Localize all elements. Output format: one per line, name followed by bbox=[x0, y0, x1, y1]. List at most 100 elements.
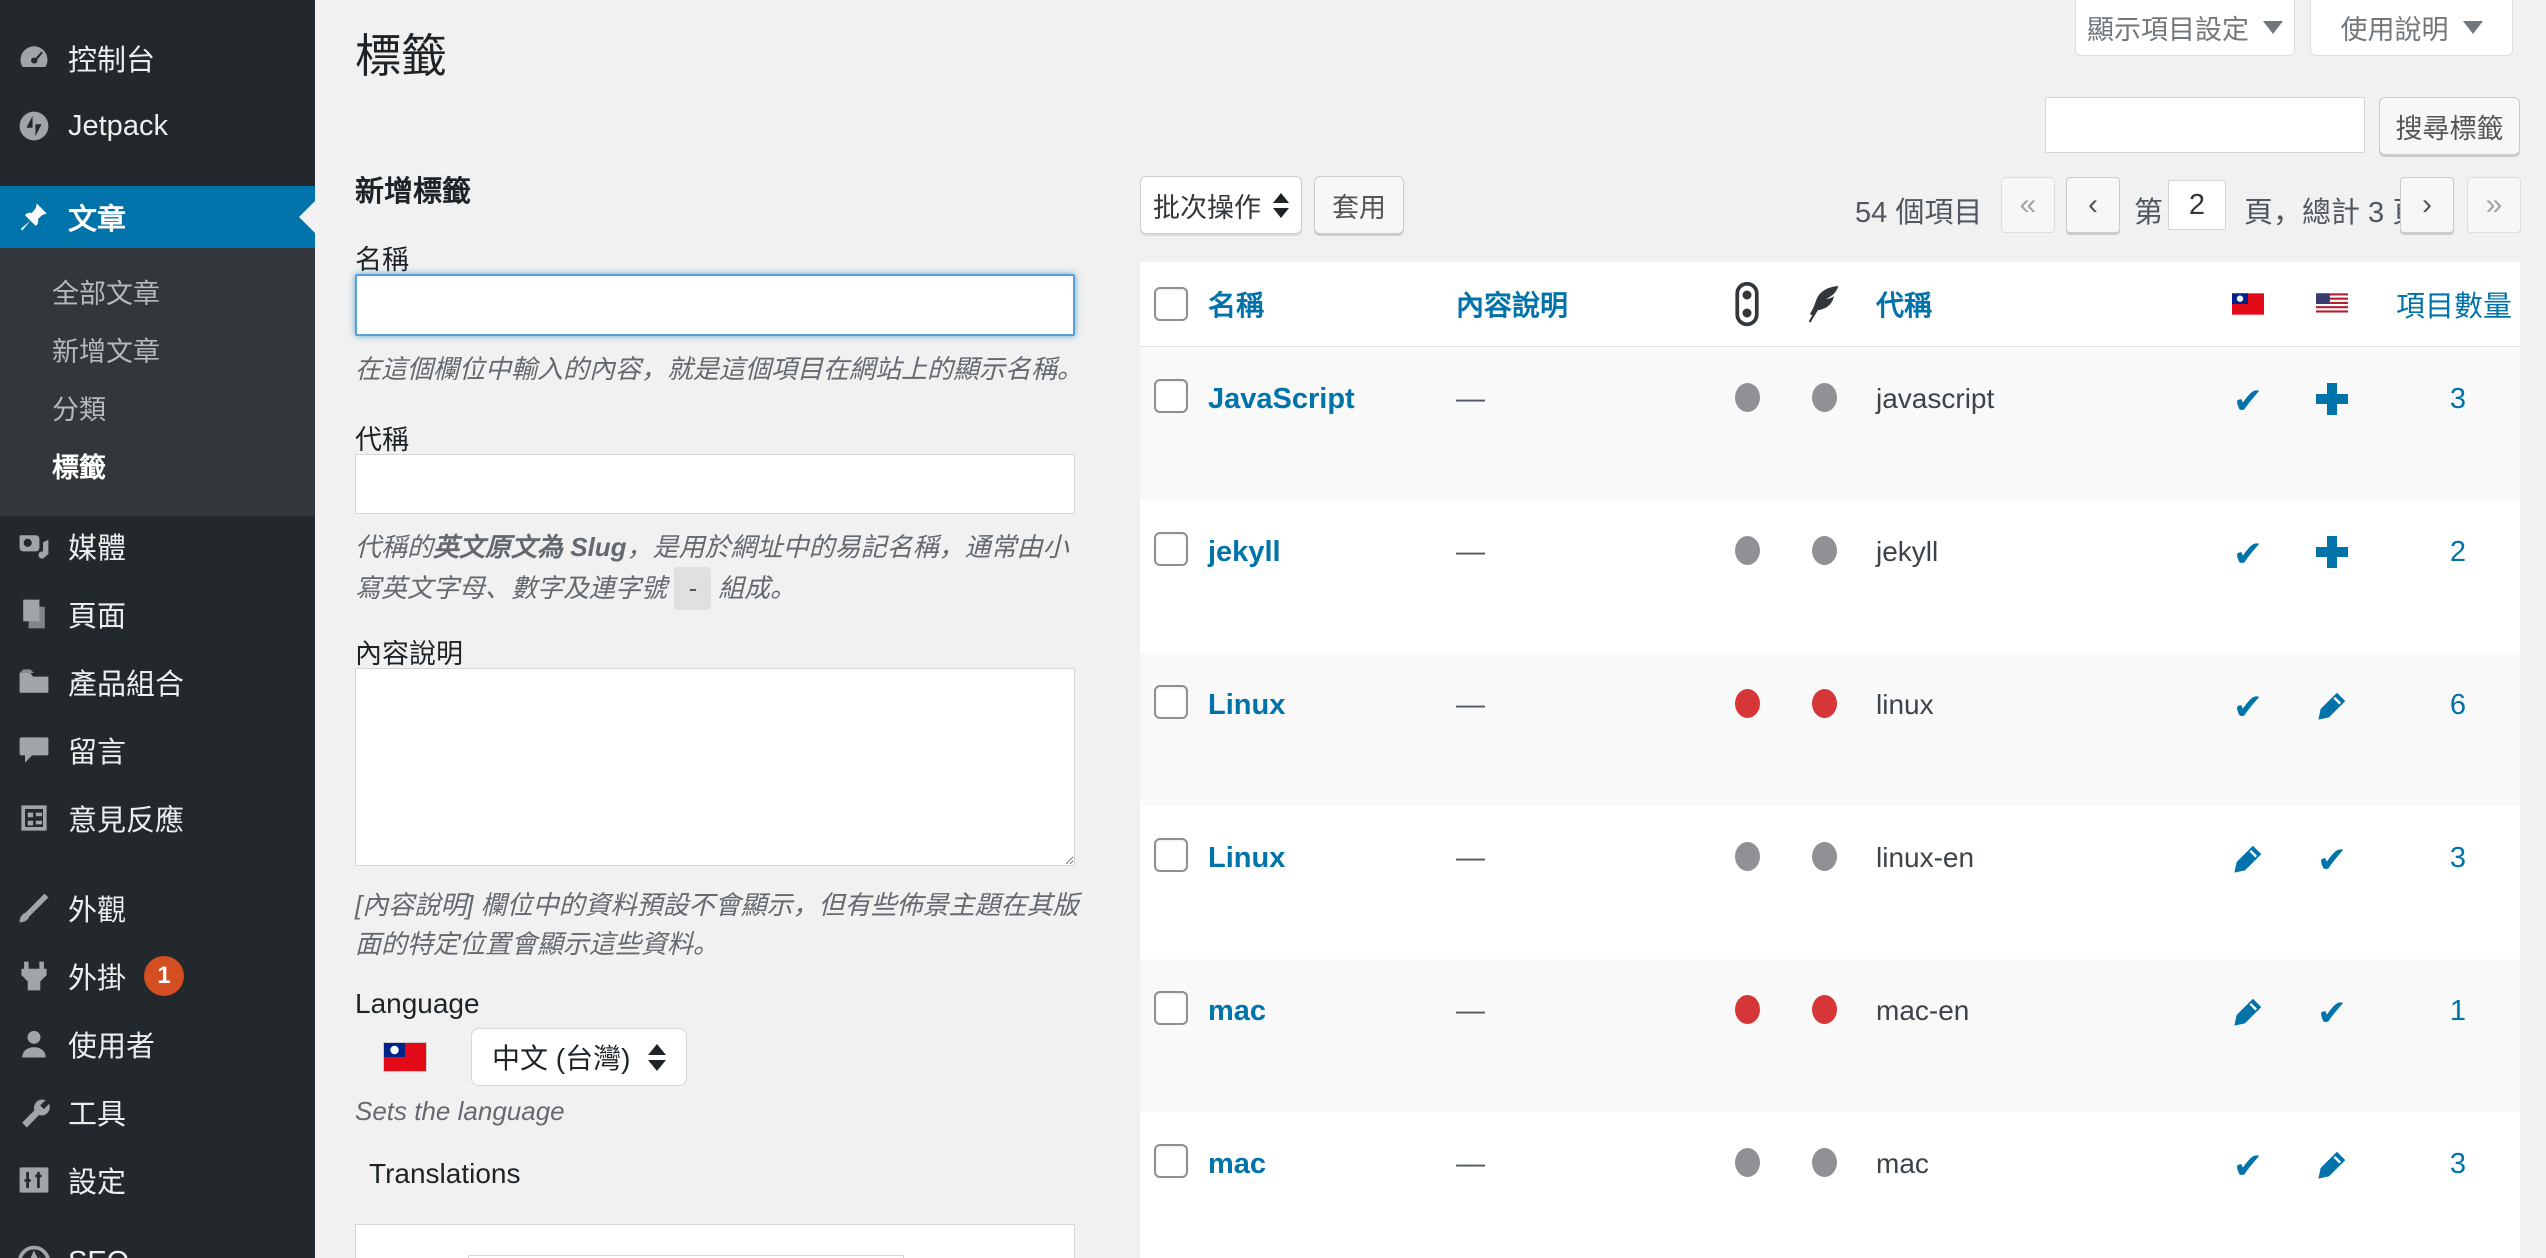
column-header-slug[interactable]: 代稱 bbox=[1876, 284, 1932, 324]
seo-icon bbox=[16, 1244, 52, 1258]
sidebar-item-settings[interactable]: 設定 bbox=[0, 1146, 315, 1214]
sidebar-item-posts[interactable]: 文章 bbox=[0, 186, 315, 248]
plus-icon[interactable] bbox=[2316, 383, 2348, 415]
sidebar-item-media[interactable]: 媒體 bbox=[0, 512, 315, 580]
table-row: Linux—linux-en✔3 bbox=[1140, 806, 2520, 959]
sidebar-item-add-post[interactable]: 新增文章 bbox=[0, 320, 315, 378]
page-title: 標籤 bbox=[355, 20, 447, 86]
help-button[interactable]: 使用說明 bbox=[2310, 0, 2513, 56]
tag-count-link[interactable]: 2 bbox=[2450, 536, 2466, 569]
tag-description-textarea[interactable] bbox=[355, 668, 1075, 866]
column-header-name[interactable]: 名稱 bbox=[1208, 284, 1264, 324]
paintbrush-icon bbox=[16, 890, 52, 926]
pencil-icon[interactable] bbox=[2231, 995, 2265, 1029]
hyphen-key: - bbox=[674, 567, 711, 610]
add-tag-heading: 新增標籤 bbox=[355, 168, 471, 210]
table-row: JavaScript—javascript✔3 bbox=[1140, 347, 2520, 500]
sidebar-item-appearance[interactable]: 外觀 bbox=[0, 874, 315, 942]
page-label-suffix: 頁，總計 3 頁 bbox=[2244, 189, 2421, 231]
screen-options-button[interactable]: 顯示項目設定 bbox=[2075, 0, 2295, 56]
writer-status-dot bbox=[1812, 1148, 1837, 1177]
column-header-description[interactable]: 內容說明 bbox=[1456, 284, 1568, 324]
tag-name-link[interactable]: mac bbox=[1208, 995, 1266, 1028]
bulk-actions-select[interactable]: 批次操作 bbox=[1140, 176, 1302, 234]
sliders-icon bbox=[16, 1162, 52, 1198]
row-checkbox[interactable] bbox=[1154, 685, 1188, 719]
name-label: 名稱 bbox=[355, 238, 409, 277]
row-checkbox[interactable] bbox=[1154, 532, 1188, 566]
tag-name-link[interactable]: mac bbox=[1208, 1148, 1266, 1181]
tag-count-link[interactable]: 1 bbox=[2450, 995, 2466, 1028]
sidebar-item-pages[interactable]: 頁面 bbox=[0, 580, 315, 648]
writer-status-dot bbox=[1812, 995, 1837, 1024]
dashboard-icon bbox=[16, 40, 52, 76]
column-header-count[interactable]: 項目數量 bbox=[2396, 283, 2512, 325]
check-icon[interactable]: ✔ bbox=[2317, 995, 2347, 1031]
tag-count-link[interactable]: 3 bbox=[2450, 383, 2466, 416]
posts-status-dot bbox=[1735, 842, 1760, 871]
table-row: jekyll—jekyll✔2 bbox=[1140, 500, 2520, 653]
check-icon[interactable]: ✔ bbox=[2233, 1148, 2263, 1184]
tag-count-link[interactable]: 3 bbox=[2450, 842, 2466, 875]
sidebar-item-seo[interactable]: SEO bbox=[0, 1228, 315, 1258]
sidebar-item-all-posts[interactable]: 全部文章 bbox=[0, 262, 315, 320]
tag-count-link[interactable]: 3 bbox=[2450, 1148, 2466, 1181]
row-checkbox[interactable] bbox=[1154, 838, 1188, 872]
row-checkbox[interactable] bbox=[1154, 379, 1188, 413]
sidebar-item-label: SEO bbox=[68, 1246, 129, 1258]
comment-bubble-icon bbox=[16, 732, 52, 768]
taiwan-flag-icon bbox=[2206, 293, 2290, 315]
pencil-icon[interactable] bbox=[2315, 1148, 2349, 1182]
table-row: mac—mac-en✔1 bbox=[1140, 959, 2520, 1112]
sidebar-item-jetpack[interactable]: Jetpack bbox=[0, 92, 315, 160]
sidebar-item-dashboard[interactable]: 控制台 bbox=[0, 24, 315, 92]
sidebar-item-comments[interactable]: 留言 bbox=[0, 716, 315, 784]
pencil-icon[interactable] bbox=[2315, 689, 2349, 723]
check-icon[interactable]: ✔ bbox=[2233, 536, 2263, 572]
pencil-icon[interactable] bbox=[2231, 842, 2265, 876]
apply-button[interactable]: 套用 bbox=[1314, 176, 1404, 234]
tag-name-link[interactable]: Linux bbox=[1208, 842, 1285, 875]
taiwan-flag-icon bbox=[383, 1042, 427, 1072]
plus-icon[interactable] bbox=[2316, 536, 2348, 568]
tag-name-link[interactable]: Linux bbox=[1208, 689, 1285, 722]
sidebar-item-portfolio[interactable]: 產品組合 bbox=[0, 648, 315, 716]
tag-name-link[interactable]: jekyll bbox=[1208, 536, 1281, 569]
tag-slug: javascript bbox=[1860, 347, 2206, 415]
search-tags-input[interactable] bbox=[2045, 97, 2365, 153]
translations-box bbox=[355, 1224, 1075, 1258]
check-icon[interactable]: ✔ bbox=[2317, 842, 2347, 878]
form-icon bbox=[16, 800, 52, 836]
sidebar-item-label: 頁面 bbox=[68, 593, 126, 635]
description-help-text: [內容說明] 欄位中的資料預設不會顯示，但有些佈景主題在其版面的特定位置會顯示這… bbox=[355, 886, 1095, 964]
check-icon[interactable]: ✔ bbox=[2233, 383, 2263, 419]
language-select[interactable]: 中文 (台灣) bbox=[471, 1028, 687, 1086]
search-tags-button[interactable]: 搜尋標籤 bbox=[2379, 97, 2520, 155]
tag-slug: linux-en bbox=[1860, 806, 2206, 874]
current-page-input[interactable] bbox=[2168, 180, 2226, 230]
sidebar-item-plugins[interactable]: 外掛 1 bbox=[0, 942, 315, 1010]
tag-slug-input[interactable] bbox=[355, 454, 1075, 514]
sidebar-item-users[interactable]: 使用者 bbox=[0, 1010, 315, 1078]
previous-page-button[interactable]: ‹ bbox=[2066, 177, 2120, 233]
tag-count-link[interactable]: 6 bbox=[2450, 689, 2466, 722]
row-checkbox[interactable] bbox=[1154, 1144, 1188, 1178]
sidebar-item-feedback[interactable]: 意見反應 bbox=[0, 784, 315, 852]
sidebar-item-label: 設定 bbox=[68, 1159, 126, 1201]
first-page-button[interactable]: « bbox=[2001, 177, 2055, 233]
last-page-button[interactable]: » bbox=[2467, 177, 2521, 233]
sidebar-item-label: 使用者 bbox=[68, 1023, 155, 1065]
admin-sidebar: 控制台 Jetpack 文章 全部文章 新增文章 分類 標籤 媒體 bbox=[0, 0, 315, 1258]
sidebar-item-categories[interactable]: 分類 bbox=[0, 378, 315, 436]
posts-submenu: 全部文章 新增文章 分類 標籤 bbox=[0, 248, 315, 516]
row-checkbox[interactable] bbox=[1154, 991, 1188, 1025]
tag-description: — bbox=[1440, 1112, 1706, 1181]
sidebar-item-tags[interactable]: 標籤 bbox=[0, 436, 315, 494]
select-all-checkbox[interactable] bbox=[1154, 287, 1188, 321]
tag-table-body: JavaScript—javascript✔3jekyll—jekyll✔2Li… bbox=[1140, 347, 2520, 1258]
tag-name-link[interactable]: JavaScript bbox=[1208, 383, 1355, 416]
check-icon[interactable]: ✔ bbox=[2233, 689, 2263, 725]
next-page-button[interactable]: › bbox=[2400, 177, 2454, 233]
sidebar-item-tools[interactable]: 工具 bbox=[0, 1078, 315, 1146]
tag-name-input[interactable] bbox=[355, 274, 1075, 336]
